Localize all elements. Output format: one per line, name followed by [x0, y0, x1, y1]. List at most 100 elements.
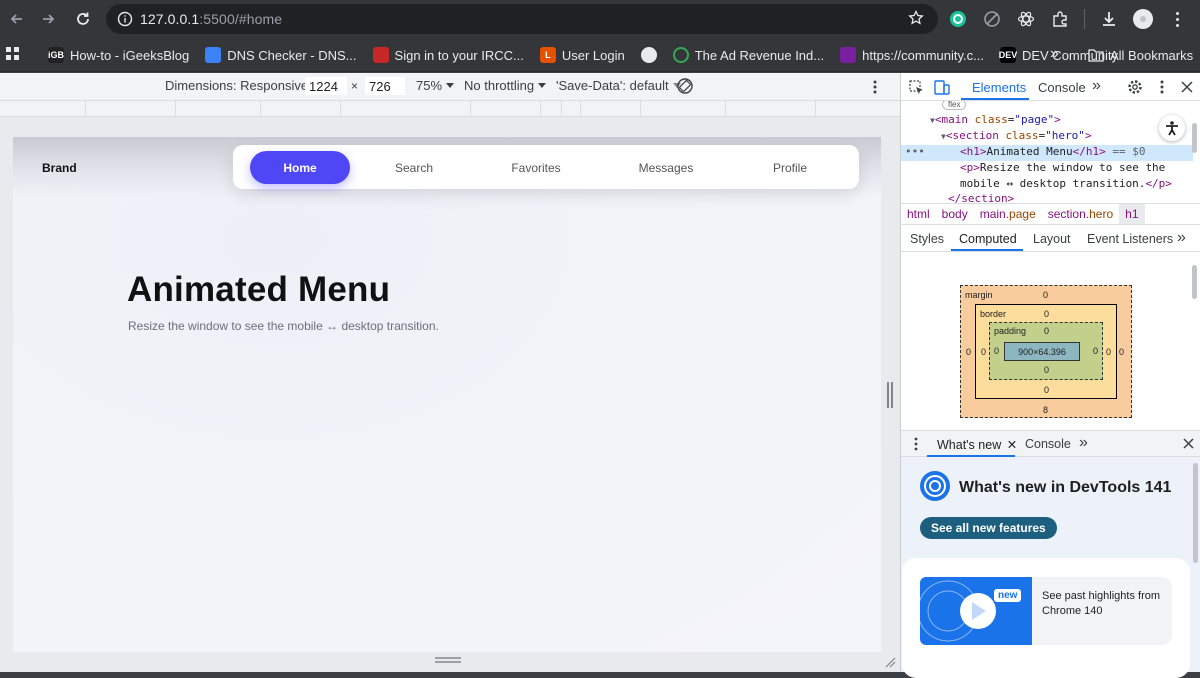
bookmarks-overflow-button[interactable]: »	[1050, 45, 1059, 63]
margin-top-value[interactable]: 0	[1043, 290, 1048, 300]
active-subtab-indicator	[951, 249, 1023, 251]
rotate-button[interactable]	[676, 77, 694, 95]
tab-layout[interactable]: Layout	[1033, 232, 1071, 246]
see-all-features-button[interactable]: See all new features	[920, 517, 1057, 539]
react-devtools-extension-icon[interactable]	[1016, 9, 1036, 29]
border-bottom-value[interactable]: 0	[1044, 385, 1049, 395]
bookmark-item[interactable]: iGB How-to - iGeeksBlog	[42, 42, 195, 68]
flex-badge[interactable]: flex	[942, 101, 967, 110]
bookmark-item[interactable]: Sign in to your IRCC...	[367, 42, 530, 68]
dom-node-main[interactable]: ▼<main class="page">	[930, 113, 1061, 126]
dom-scrollbar[interactable]	[1192, 123, 1197, 153]
border-top-value[interactable]: 0	[1044, 309, 1049, 319]
bookmark-item[interactable]: https://community.c...	[834, 42, 990, 68]
viewport-width-resize-handle[interactable]	[887, 382, 893, 408]
address-bar[interactable]: 127.0.0.1:5500/#home	[106, 4, 938, 34]
device-toggle-icon[interactable]	[933, 78, 951, 96]
forward-button[interactable]	[31, 2, 65, 36]
width-input[interactable]: 1224	[305, 77, 347, 95]
padding-right-value[interactable]: 0	[1093, 346, 1098, 356]
browser-menu-icon[interactable]	[1167, 11, 1187, 27]
inspect-element-icon[interactable]	[907, 78, 925, 96]
drawer-menu-icon[interactable]	[913, 437, 919, 454]
padding-top-value[interactable]: 0	[1044, 326, 1049, 336]
box-model-margin[interactable]: margin 0 8 0 0 border 0 0 0 0 padding 0 …	[960, 285, 1132, 418]
margin-right-value[interactable]: 0	[1119, 347, 1124, 357]
accessibility-icon[interactable]	[1159, 115, 1185, 141]
height-input[interactable]: 726	[365, 77, 405, 95]
box-model-padding[interactable]: padding 0 0 0 0 900×64.396	[989, 322, 1103, 380]
grammarly-extension-icon[interactable]	[948, 9, 968, 29]
close-drawer-icon[interactable]	[1183, 438, 1194, 452]
tab-console[interactable]: Console	[1038, 80, 1086, 95]
bookmark-favicon-icon	[640, 47, 657, 63]
menu-item-profile[interactable]: Profile	[740, 151, 840, 184]
dom-node-p[interactable]: <p>Resize the window to see the	[960, 161, 1165, 174]
node-actions-dots[interactable]: •••	[905, 145, 925, 158]
throttling-select[interactable]: No throttling	[464, 78, 547, 93]
breadcrumb-h1[interactable]: h1	[1119, 204, 1145, 224]
menu-item-search[interactable]: Search	[364, 151, 464, 184]
margin-left-value[interactable]: 0	[966, 347, 971, 357]
settings-gear-icon[interactable]	[1126, 78, 1144, 96]
border-left-value[interactable]: 0	[981, 347, 986, 357]
menu-item-favorites[interactable]: Favorites	[486, 151, 586, 184]
media-query-ruler[interactable]	[0, 101, 900, 117]
drawer-scrollbar[interactable]	[1193, 463, 1198, 563]
tab-elements[interactable]: Elements	[972, 80, 1026, 95]
computed-scrollbar[interactable]	[1192, 265, 1197, 299]
more-tabs-button[interactable]: »	[1092, 77, 1101, 95]
bookmark-item[interactable]: L User Login	[534, 42, 631, 68]
dom-node-section[interactable]: ▼<section class="hero">	[941, 129, 1092, 142]
dom-node-section-close[interactable]: </section>	[948, 192, 1014, 203]
blocker-extension-icon[interactable]	[982, 9, 1002, 29]
breadcrumb-body[interactable]: body	[936, 204, 974, 224]
box-model-border[interactable]: border 0 0 0 0 padding 0 0 0 0 900×64.39…	[975, 304, 1117, 399]
menu-item-home[interactable]: Home	[250, 151, 350, 184]
padding-left-value[interactable]: 0	[994, 346, 999, 356]
devtools-menu-icon[interactable]	[1153, 78, 1171, 96]
bookmark-label: The Ad Revenue Ind...	[694, 47, 825, 63]
brand-logo[interactable]: Brand	[42, 161, 77, 175]
extensions-puzzle-icon[interactable]	[1050, 9, 1070, 29]
save-data-label: 'Save-Data': default	[556, 78, 669, 93]
all-bookmarks-button[interactable]: All Bookmarks	[1082, 42, 1199, 68]
margin-bottom-value[interactable]: 8	[1043, 405, 1048, 415]
box-model-content[interactable]: 900×64.396	[1004, 342, 1080, 361]
apps-grid-icon[interactable]	[6, 47, 20, 66]
back-button[interactable]	[0, 2, 34, 36]
tab-event-listeners[interactable]: Event Listeners	[1087, 232, 1173, 246]
download-icon[interactable]	[1099, 9, 1119, 29]
breadcrumb-section[interactable]: section .hero	[1042, 204, 1119, 224]
menu-item-messages[interactable]: Messages	[616, 151, 716, 184]
tab-whats-new[interactable]: What's new ✕	[937, 437, 1017, 452]
border-right-value[interactable]: 0	[1106, 347, 1111, 357]
viewport-corner-resize-handle[interactable]	[884, 655, 896, 673]
breadcrumb-html[interactable]: html	[901, 204, 936, 224]
close-devtools-icon[interactable]	[1178, 78, 1196, 96]
bookmark-item[interactable]	[635, 42, 663, 68]
viewport-height-resize-handle[interactable]	[435, 657, 461, 663]
reload-button[interactable]	[66, 2, 100, 36]
bookmark-favicon-icon: L	[539, 47, 556, 63]
profile-avatar[interactable]	[1133, 9, 1153, 29]
more-subtabs-button[interactable]: »	[1177, 229, 1186, 247]
dimensions-select[interactable]: Dimensions: Responsive	[165, 78, 321, 93]
dom-node-h1[interactable]: <h1>Animated Menu</h1> == $0	[960, 145, 1145, 158]
more-drawer-tabs-button[interactable]: »	[1079, 434, 1088, 452]
dom-node-p-continued[interactable]: mobile ↔ desktop transition.</p>	[960, 177, 1172, 190]
tab-drawer-console[interactable]: Console	[1025, 437, 1071, 451]
padding-bottom-value[interactable]: 0	[1044, 365, 1049, 375]
close-tab-icon[interactable]: ✕	[1007, 438, 1017, 452]
tab-styles[interactable]: Styles	[910, 232, 944, 246]
breadcrumb-main[interactable]: main .page	[974, 204, 1042, 224]
bookmark-star-icon[interactable]	[908, 9, 924, 31]
site-info-icon[interactable]	[110, 11, 140, 27]
device-toolbar-menu-icon[interactable]	[872, 79, 878, 95]
zoom-select[interactable]: 75%	[416, 78, 455, 93]
bookmark-item[interactable]: DNS Checker - DNS...	[199, 42, 362, 68]
save-data-select[interactable]: 'Save-Data': default	[556, 78, 681, 93]
bookmark-item[interactable]: The Ad Revenue Ind...	[667, 42, 830, 68]
highlights-card[interactable]: new See past highlights from Chrome 140	[902, 558, 1190, 678]
tab-computed[interactable]: Computed	[959, 232, 1017, 246]
